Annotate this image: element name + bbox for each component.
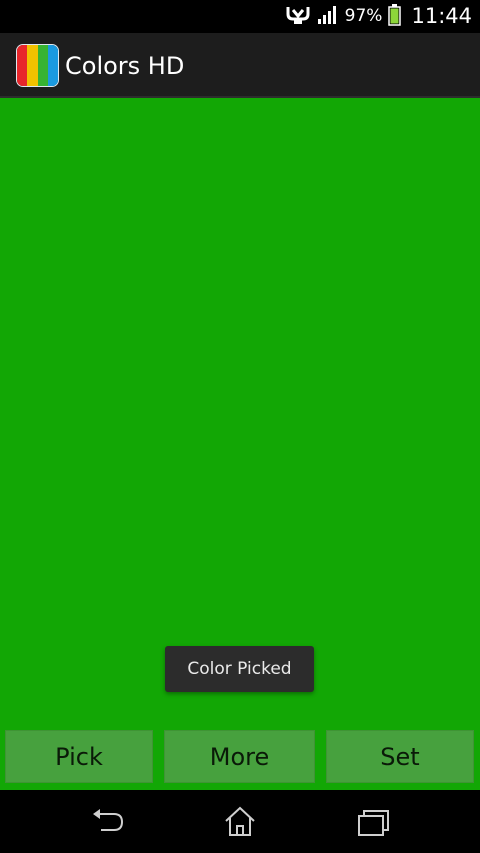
icon-stripe-yellow [27, 45, 38, 86]
navigation-bar [0, 790, 480, 853]
icon-stripe-green [37, 45, 48, 86]
button-row: Pick More Set [0, 730, 480, 783]
status-icons: 97% 11:44 [285, 0, 472, 33]
pick-button[interactable]: Pick [5, 730, 153, 783]
status-bar: 97% 11:44 [0, 0, 480, 33]
status-time: 11:44 [411, 4, 472, 28]
app-screen: 97% 11:44 Colors HD Color Picked Pick Mo… [0, 0, 480, 853]
toast-message: Color Picked [165, 646, 314, 692]
icon-stripe-red [17, 45, 28, 86]
app-title: Colors HD [65, 52, 185, 80]
colors-hd-app-icon[interactable] [16, 44, 59, 87]
battery-percent: 97% [344, 6, 383, 26]
back-icon[interactable] [88, 804, 128, 840]
color-preview[interactable] [0, 98, 480, 726]
more-button[interactable]: More [164, 730, 315, 783]
icon-stripe-blue [47, 45, 58, 86]
nfc-icon [285, 5, 311, 29]
signal-icon [317, 5, 339, 29]
action-bar: Colors HD [0, 33, 480, 98]
set-button[interactable]: Set [326, 730, 474, 783]
recents-icon[interactable] [353, 804, 393, 840]
battery-icon [388, 3, 402, 30]
home-icon[interactable] [220, 804, 260, 840]
